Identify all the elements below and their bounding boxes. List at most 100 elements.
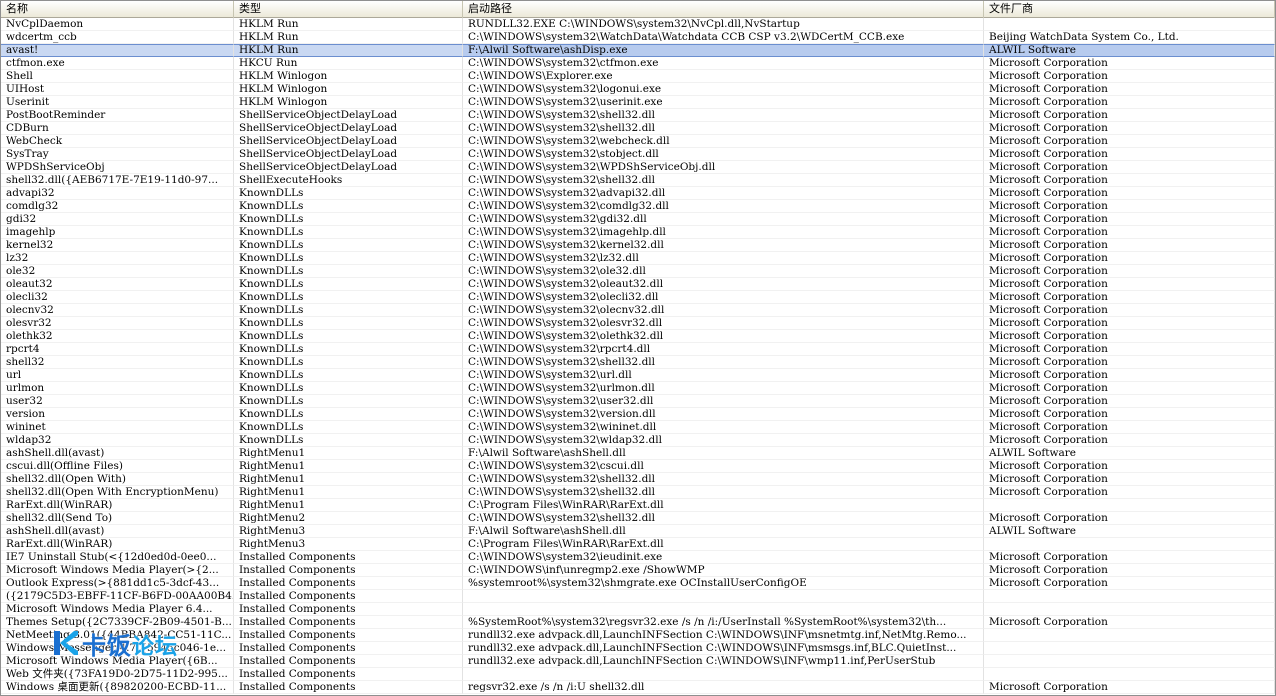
cell-name: Userinit <box>1 96 234 109</box>
table-row[interactable]: wininet KnownDLLs C:\WINDOWS\system32\wini… <box>1 421 1275 434</box>
table-row[interactable]: CDBurn ShellServiceObjectDelayLoad C:\WIND… <box>1 122 1275 135</box>
cell-vendor: Microsoft Corporation <box>984 616 1275 629</box>
table-row[interactable]: RarExt.dll(WinRAR) RightMenu1 C:\Program F… <box>1 499 1275 512</box>
table-row[interactable]: cscui.dll(Offline Files) RightMenu1 C:\WIN… <box>1 460 1275 473</box>
table-row[interactable]: shell32.dll(Open With) RightMenu1 C:\WINDO… <box>1 473 1275 486</box>
cell-vendor: Microsoft Corporation <box>984 356 1275 369</box>
cell-name: SysTray <box>1 148 234 161</box>
cell-path: %SystemRoot%\system32\regsvr32.exe /s /n… <box>463 616 984 629</box>
cell-path: C:\WINDOWS\system32\wldap32.dll <box>463 434 984 447</box>
table-row[interactable]: ctfmon.exe HKCU Run C:\WINDOWS\system32\ct… <box>1 57 1275 70</box>
cell-name: wininet <box>1 421 234 434</box>
table-row[interactable]: advapi32 KnownDLLs C:\WINDOWS\system32\adv… <box>1 187 1275 200</box>
table-row[interactable]: RarExt.dll(WinRAR) RightMenu3 C:\Program F… <box>1 538 1275 551</box>
table-row[interactable]: NvCplDaemon HKLM Run RUNDLL32.EXE C:\WINDO… <box>1 18 1275 31</box>
table-row[interactable]: shell32.dll(Send To) RightMenu2 C:\WINDOWS… <box>1 512 1275 525</box>
cell-type: RightMenu1 <box>234 499 463 512</box>
cell-type: RightMenu3 <box>234 538 463 551</box>
table-row[interactable]: Themes Setup({2C7339CF-2B09-4501-B... Ins… <box>1 616 1275 629</box>
cell-path: C:\WINDOWS\system32\shell32.dll <box>463 109 984 122</box>
cell-name: comdlg32 <box>1 200 234 213</box>
table-row[interactable]: ole32 KnownDLLs C:\WINDOWS\system32\ole32.… <box>1 265 1275 278</box>
table-row[interactable]: wldap32 KnownDLLs C:\WINDOWS\system32\wlda… <box>1 434 1275 447</box>
cell-path <box>463 603 984 616</box>
table-row[interactable]: urlmon KnownDLLs C:\WINDOWS\system32\urlmo… <box>1 382 1275 395</box>
cell-path: C:\WINDOWS\system32\gdi32.dll <box>463 213 984 226</box>
table-row[interactable]: shell32 KnownDLLs C:\WINDOWS\system32\shel… <box>1 356 1275 369</box>
table-row[interactable]: imagehlp KnownDLLs C:\WINDOWS\system32\ima… <box>1 226 1275 239</box>
table-row[interactable]: Outlook Express(>{881dd1c5-3dcf-43... Ins… <box>1 577 1275 590</box>
table-row[interactable]: kernel32 KnownDLLs C:\WINDOWS\system32\ker… <box>1 239 1275 252</box>
cell-type: Installed Components <box>234 616 463 629</box>
cell-vendor: Microsoft Corporation <box>984 291 1275 304</box>
table-row[interactable]: Microsoft Windows Media Player(>{2... Ins… <box>1 564 1275 577</box>
cell-type: HKLM Run <box>234 18 463 31</box>
table-row[interactable]: Windows 桌面更新({89820200-ECBD-11... Install… <box>1 681 1275 694</box>
table-row[interactable]: NetMeeting 3.01({44BBA842-CC51-11C... Ins… <box>1 629 1275 642</box>
cell-path: C:\Program Files\WinRAR\RarExt.dll <box>463 499 984 512</box>
table-row[interactable]: gdi32 KnownDLLs C:\WINDOWS\system32\gdi32.… <box>1 213 1275 226</box>
cell-vendor: Microsoft Corporation <box>984 109 1275 122</box>
cell-path: C:\WINDOWS\system32\shell32.dll <box>463 174 984 187</box>
table-row[interactable]: SysTray ShellServiceObjectDelayLoad C:\WIN… <box>1 148 1275 161</box>
cell-path: F:\Alwil Software\ashDisp.exe <box>463 44 984 57</box>
table-row[interactable]: oleaut32 KnownDLLs C:\WINDOWS\system32\ole… <box>1 278 1275 291</box>
table-row[interactable]: WPDShServiceObj ShellServiceObjectDelayLo… <box>1 161 1275 174</box>
cell-type: Installed Components <box>234 642 463 655</box>
cell-type: KnownDLLs <box>234 356 463 369</box>
table-row[interactable]: ashShell.dll(avast) RightMenu1 F:\Alwil So… <box>1 447 1275 460</box>
table-row[interactable]: Microsoft Windows Media Player({6B... Ins… <box>1 655 1275 668</box>
cell-vendor: Microsoft Corporation <box>984 161 1275 174</box>
table-row[interactable]: olecli32 KnownDLLs C:\WINDOWS\system32\ole… <box>1 291 1275 304</box>
cell-path: rundll32.exe advpack.dll,LaunchINFSectio… <box>463 629 984 642</box>
table-row[interactable]: version KnownDLLs C:\WINDOWS\system32\vers… <box>1 408 1275 421</box>
table-row[interactable]: Userinit HKLM Winlogon C:\WINDOWS\system32… <box>1 96 1275 109</box>
cell-name: wldap32 <box>1 434 234 447</box>
cell-vendor: ALWIL Software <box>984 525 1275 538</box>
table-row[interactable]: UIHost HKLM Winlogon C:\WINDOWS\system32\l… <box>1 83 1275 96</box>
table-row[interactable]: olesvr32 KnownDLLs C:\WINDOWS\system32\ole… <box>1 317 1275 330</box>
cell-type: KnownDLLs <box>234 252 463 265</box>
column-header-name[interactable]: 名称 <box>1 1 234 18</box>
table-row[interactable]: PostBootReminder ShellServiceObjectDelayL… <box>1 109 1275 122</box>
table-row[interactable]: url KnownDLLs C:\WINDOWS\system32\url.dll M… <box>1 369 1275 382</box>
cell-path: C:\WINDOWS\system32\olecli32.dll <box>463 291 984 304</box>
column-header-type[interactable]: 类型 <box>234 1 463 18</box>
cell-vendor: Microsoft Corporation <box>984 330 1275 343</box>
table-row[interactable]: shell32.dll(Open With EncryptionMenu) Rig… <box>1 486 1275 499</box>
table-row[interactable]: wdcertm_ccb HKLM Run C:\WINDOWS\system32\W… <box>1 31 1275 44</box>
table-row[interactable]: shell32.dll({AEB6717E-7E19-11d0-97... She… <box>1 174 1275 187</box>
cell-name: olecnv32 <box>1 304 234 317</box>
table-row[interactable]: olecnv32 KnownDLLs C:\WINDOWS\system32\ole… <box>1 304 1275 317</box>
cell-name: url <box>1 369 234 382</box>
column-header-path[interactable]: 启动路径 <box>463 1 984 18</box>
table-row[interactable]: lz32 KnownDLLs C:\WINDOWS\system32\lz32.dl… <box>1 252 1275 265</box>
cell-vendor: Microsoft Corporation <box>984 317 1275 330</box>
table-row[interactable]: ashShell.dll(avast) RightMenu3 F:\Alwil So… <box>1 525 1275 538</box>
table-row[interactable]: Microsoft Windows Media Player 6.4... Ins… <box>1 603 1275 616</box>
table-row[interactable]: avast! HKLM Run F:\Alwil Software\ashDisp.… <box>1 44 1275 57</box>
cell-path: C:\WINDOWS\Explorer.exe <box>463 70 984 83</box>
cell-name: ({2179C5D3-EBFF-11CF-B6FD-00AA00B4... <box>1 590 234 603</box>
column-header-vendor[interactable]: 文件厂商 <box>984 1 1275 18</box>
cell-name: PostBootReminder <box>1 109 234 122</box>
table-row[interactable]: rpcrt4 KnownDLLs C:\WINDOWS\system32\rpcrt… <box>1 343 1275 356</box>
table-row[interactable]: comdlg32 KnownDLLs C:\WINDOWS\system32\com… <box>1 200 1275 213</box>
startup-items-list[interactable]: 名称 类型 启动路径 文件厂商 NvCplDaemon HKLM Run RUNDL… <box>0 0 1276 696</box>
table-row[interactable]: Web 文件夹({73FA19D0-2D75-11D2-995... Instal… <box>1 668 1275 681</box>
table-row[interactable]: IE7 Uninstall Stub(<{12d0ed0d-0ee0... Ins… <box>1 551 1275 564</box>
table-row[interactable]: ({2179C5D3-EBFF-11CF-B6FD-00AA00B4... Ins… <box>1 590 1275 603</box>
cell-vendor: Microsoft Corporation <box>984 421 1275 434</box>
cell-type: Installed Components <box>234 564 463 577</box>
cell-vendor: Microsoft Corporation <box>984 57 1275 70</box>
cell-vendor: Microsoft Corporation <box>984 460 1275 473</box>
table-row[interactable]: Shell HKLM Winlogon C:\WINDOWS\Explorer.ex… <box>1 70 1275 83</box>
table-row[interactable]: user32 KnownDLLs C:\WINDOWS\system32\user3… <box>1 395 1275 408</box>
table-row[interactable]: olethk32 KnownDLLs C:\WINDOWS\system32\ole… <box>1 330 1275 343</box>
table-row[interactable]: WebCheck ShellServiceObjectDelayLoad C:\WI… <box>1 135 1275 148</box>
cell-vendor <box>984 642 1275 655</box>
cell-name: user32 <box>1 395 234 408</box>
cell-path: C:\Program Files\WinRAR\RarExt.dll <box>463 538 984 551</box>
table-row[interactable]: Windows Messenger 4.7({5945c046-1e... Ins… <box>1 642 1275 655</box>
cell-name: Windows 桌面更新({89820200-ECBD-11... <box>1 681 234 694</box>
